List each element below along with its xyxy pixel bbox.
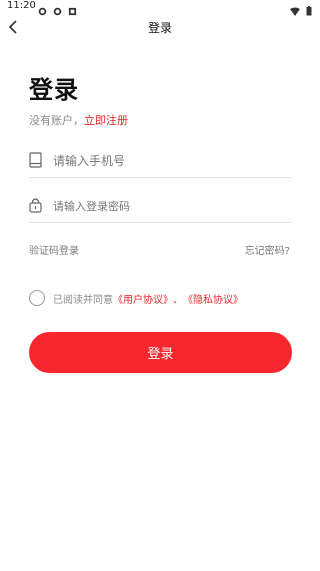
privacy-agreement-link[interactable]: 《隐私协议》 [183,291,243,306]
status-system-icons [290,1,312,20]
nav-title: 登录 [147,21,172,35]
password-input[interactable] [51,194,285,218]
status-notification-icons [38,1,77,16]
notification-app-icon [68,1,77,16]
forgot-password-link[interactable]: 忘记密码? [245,242,290,257]
notification-gear-icon-2 [53,1,62,16]
battery-icon [306,1,312,20]
status-bar: 11:20 [0,0,320,16]
lock-icon [29,197,43,213]
agreement-separator: 、 [173,294,183,306]
phone-icon [29,152,43,168]
phone-input[interactable] [51,149,285,173]
page-heading: 登录 [29,76,79,104]
signup-link[interactable]: 立即注册 [84,114,128,127]
user-agreement-link[interactable]: 《用户协议》 [113,291,173,306]
password-field [29,192,292,223]
login-button[interactable]: 登录 [29,332,292,373]
agreement-prefix: 已阅读并同意 [53,294,113,306]
wifi-icon [290,1,300,20]
phone-field [29,147,292,178]
agreement-checkbox[interactable] [29,290,45,306]
sms-login-link[interactable]: 验证码登录 [29,242,79,257]
login-page: 11:20 登录 登录 没有账户，立即注册 请输入手机号 验证码登录 忘记密码?… [0,0,320,571]
agreement-row: 已阅读并同意 《用户协议》 、 《隐私协议》 [29,289,243,307]
signup-prompt: 没有账户，立即注册 [29,112,128,128]
status-time: 11:20 [7,0,36,11]
notification-gear-icon [38,1,47,16]
signup-prompt-text: 没有账户， [29,114,84,127]
